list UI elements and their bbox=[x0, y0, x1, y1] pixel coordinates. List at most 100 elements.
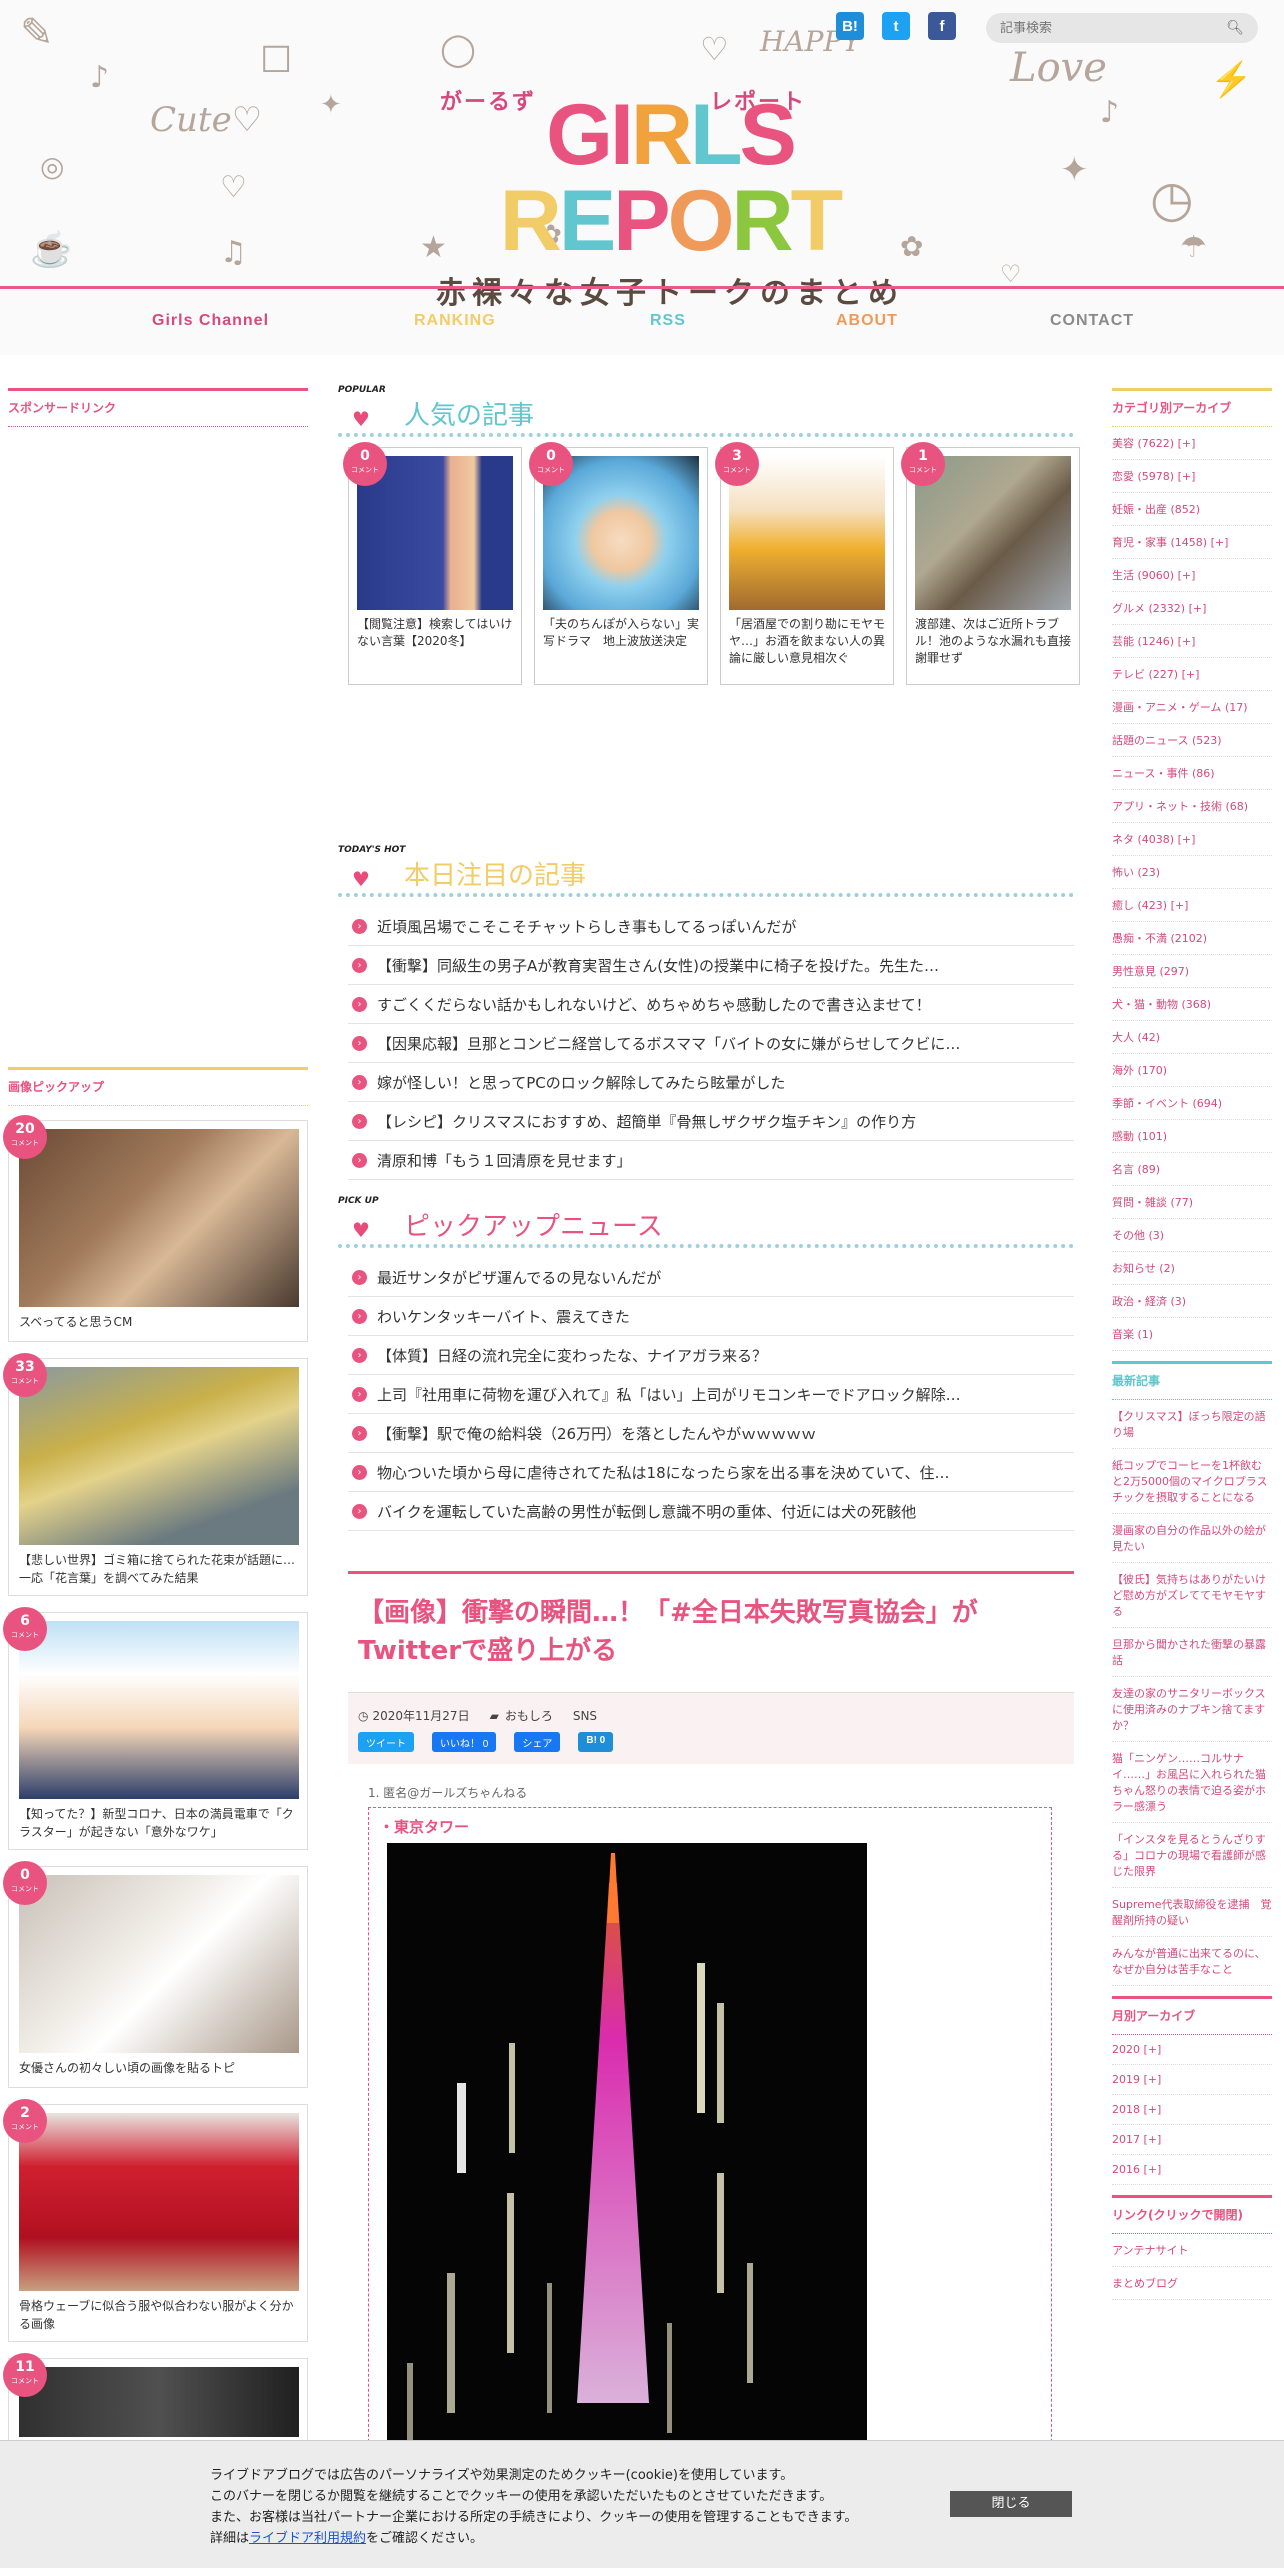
latest-article-link[interactable]: みんなが普通に出来てるのに、なぜか自分は苦手なこと bbox=[1112, 1937, 1272, 1986]
monthly-archive-link[interactable]: 2018 [+] bbox=[1112, 2095, 1272, 2125]
monthly-archive-link[interactable]: 2019 [+] bbox=[1112, 2065, 1272, 2095]
latest-article-link[interactable]: 【彼氏】気持ちはありがたいけど慰め方がズレててモヤモヤする bbox=[1112, 1563, 1272, 1628]
nav-rss[interactable]: RSS bbox=[650, 312, 686, 330]
category-link[interactable]: 育児・家事 (1458) [+] bbox=[1112, 526, 1272, 559]
latest-article-link[interactable]: 友達の家のサニタリーボックスに使用済みのナプキン捨てますか？ bbox=[1112, 1677, 1272, 1742]
list-item[interactable]: › 上司『社用車に荷物を運び入れて』私「はい」上司がリモコンキーでドアロック解除… bbox=[348, 1375, 1074, 1414]
list-item[interactable]: › 【体質】日経の流れ完全に変わったな、ナイアガラ来る？ bbox=[348, 1336, 1074, 1375]
facebook-icon[interactable]: f bbox=[928, 12, 956, 40]
list-item[interactable]: › バイクを運転していた高齢の男性が転倒し意識不明の重体、付近には犬の死骸他 bbox=[348, 1492, 1074, 1531]
list-item[interactable]: › 【衝撃】同級生の男子Aが教育実習生さん(女性)の授業中に椅子を投げた。先生た… bbox=[348, 946, 1074, 985]
category-link[interactable]: お知らせ (2) bbox=[1112, 1252, 1272, 1285]
terms-link[interactable]: ライブドア利用規約 bbox=[249, 2531, 366, 2546]
hatena-bookmark-icon[interactable]: B! bbox=[836, 12, 864, 40]
cookie-close-button[interactable]: 閉じる bbox=[950, 2491, 1072, 2517]
category-link[interactable]: その他 (3) bbox=[1112, 1219, 1272, 1252]
latest-article-link[interactable]: 【クリスマス】ぼっち限定の語り場 bbox=[1112, 1400, 1272, 1449]
nav-about[interactable]: ABOUT bbox=[836, 312, 898, 330]
category-link[interactable]: 名言 (89) bbox=[1112, 1153, 1272, 1186]
pickup-card[interactable]: 33 コメント 【悲しい世界】ゴミ箱に捨てられた花束が話題に…一応「花言葉」を調べ… bbox=[3, 1353, 308, 1596]
list-item[interactable]: › 【レシピ】クリスマスにおすすめ、超簡単『骨無しザクザク塩チキン』の作り方 bbox=[348, 1102, 1074, 1141]
logo-kana-left: がーるず bbox=[440, 90, 537, 115]
cookie-line: このバナーを閉じるか閲覧を継続することでクッキーの使用を承認いただいたものとさせ… bbox=[210, 2489, 833, 2504]
category-link[interactable]: 美容 (7622) [+] bbox=[1112, 427, 1272, 460]
category-link[interactable]: 生活 (9060) [+] bbox=[1112, 559, 1272, 592]
chevron-right-icon: › bbox=[352, 1113, 367, 1129]
category-link[interactable]: 大人 (42) bbox=[1112, 1021, 1272, 1054]
tweet-button[interactable]: ツイート bbox=[358, 1732, 414, 1752]
monthly-archive-link[interactable]: 2016 [+] bbox=[1112, 2155, 1272, 2185]
latest-article-link[interactable]: 「インスタを見るとうんざりする」コロナの現場で看護師が感じた限界 bbox=[1112, 1823, 1272, 1888]
category-link[interactable]: 質問・雑談 (77) bbox=[1112, 1186, 1272, 1219]
nav-contact[interactable]: CONTACT bbox=[1050, 312, 1134, 330]
category-link[interactable]: 季節・イベント (694) bbox=[1112, 1087, 1272, 1120]
search-icon[interactable]: 🔍︎ bbox=[1226, 20, 1244, 36]
article-category[interactable]: おもしろ bbox=[505, 1707, 553, 1724]
category-link[interactable]: 癒し (423) [+] bbox=[1112, 889, 1272, 922]
sponsor-ad-area bbox=[8, 427, 308, 1067]
article-tag[interactable]: SNS bbox=[573, 1709, 597, 1723]
category-link[interactable]: グルメ (2332) [+] bbox=[1112, 592, 1272, 625]
category-link[interactable]: 漫画・アニメ・ゲーム (17) bbox=[1112, 691, 1272, 724]
list-item[interactable]: › わいケンタッキーバイト、震えてきた bbox=[348, 1297, 1074, 1336]
latest-article-link[interactable]: Supreme代表取締役を逮捕 覚醒剤所持の疑い bbox=[1112, 1888, 1272, 1937]
nav-girls-channel[interactable]: Girls Channel bbox=[152, 312, 269, 330]
clock-icon: ◷ bbox=[1150, 170, 1194, 228]
popular-card[interactable]: 3 コメント 「居酒屋での割り勘にモヤモヤ…」お酒を飲まない人の異論に厳しい意見相… bbox=[715, 442, 894, 685]
category-link[interactable]: 愚痴・不満 (2102) bbox=[1112, 922, 1272, 955]
category-link[interactable]: アプリ・ネット・技術 (68) bbox=[1112, 790, 1272, 823]
popular-card[interactable]: 0 コメント 【閲覧注意】検索してはいけない言葉【2020冬】 bbox=[343, 442, 522, 685]
pickup-card[interactable]: 6 コメント 【知ってた？】新型コロナ、日本の満員電車で「クラスター」が起きない「… bbox=[3, 1607, 308, 1850]
twitter-icon[interactable]: t bbox=[882, 12, 910, 40]
like-button[interactable]: いいね！ 0 bbox=[432, 1732, 497, 1752]
category-link[interactable]: 男性意見 (297) bbox=[1112, 955, 1272, 988]
pickup-title: スベってると思うCM bbox=[19, 1315, 133, 1329]
pickup-title: 【知ってた？】新型コロナ、日本の満員電車で「クラスター」が起きない「意外なワケ」 bbox=[19, 1807, 294, 1839]
site-logo[interactable]: がーるず レポート GIRLS REPORT 赤裸々な女子トークのまとめ bbox=[380, 90, 960, 311]
monthly-archive-link[interactable]: 2020 [+] bbox=[1112, 2035, 1272, 2065]
hatena-button[interactable]: B! 0 bbox=[578, 1732, 614, 1752]
list-item[interactable]: › 物心ついた頃から母に虐待されてた私は18になったら家を出る事を決めていて、住… bbox=[348, 1453, 1074, 1492]
links-heading[interactable]: リンク(クリックで開閉) bbox=[1112, 2195, 1272, 2234]
category-link[interactable]: テレビ (227) [+] bbox=[1112, 658, 1272, 691]
list-item[interactable]: › すごくくだらない話かもしれないけど、めちゃめちゃ感動したので書き込ませて！ bbox=[348, 985, 1074, 1024]
category-link[interactable]: 怖い (23) bbox=[1112, 856, 1272, 889]
list-item[interactable]: › 清原和博「もう１回清原を見せます」 bbox=[348, 1141, 1074, 1180]
pickup-card[interactable]: 11 コメント bbox=[3, 2353, 308, 2448]
category-link[interactable]: 海外 (170) bbox=[1112, 1054, 1272, 1087]
nav-ranking[interactable]: RANKING bbox=[414, 312, 496, 330]
pickup-card[interactable]: 20 コメント スベってると思うCM bbox=[3, 1115, 308, 1342]
external-link[interactable]: アンテナサイト bbox=[1112, 2234, 1272, 2267]
latest-article-link[interactable]: 漫画家の自分の作品以外の絵が見たい bbox=[1112, 1514, 1272, 1563]
popular-card[interactable]: 0 コメント 「夫のちんぽが入らない」実写ドラマ 地上波放送決定 bbox=[529, 442, 708, 685]
category-link[interactable]: 妊娠・出産 (852) bbox=[1112, 493, 1272, 526]
category-link[interactable]: 感動 (101) bbox=[1112, 1120, 1272, 1153]
latest-article-link[interactable]: 紙コップでコーヒーを1杯飲むと2万5000個のマイクロプラスチックを摂取すること… bbox=[1112, 1449, 1272, 1514]
share-button[interactable]: シェア bbox=[514, 1732, 561, 1752]
list-item[interactable]: › 【衝撃】駅で俺の給料袋（26万円）を落としたんやがｗｗｗｗｗ bbox=[348, 1414, 1074, 1453]
latest-article-link[interactable]: 旦那から聞かされた衝撃の暴露話 bbox=[1112, 1628, 1272, 1677]
category-link[interactable]: 音楽 (1) bbox=[1112, 1318, 1272, 1351]
doodle-icon: ✦ bbox=[320, 90, 342, 120]
search-input[interactable] bbox=[1000, 20, 1227, 36]
category-link[interactable]: ネタ (4038) [+] bbox=[1112, 823, 1272, 856]
article-title[interactable]: 【画像】衝撃の瞬間…！「#全日本失敗写真協会」がTwitterで盛り上がる bbox=[348, 1594, 1074, 1670]
category-link[interactable]: 政治・経済 (3) bbox=[1112, 1285, 1272, 1318]
category-link[interactable]: 犬・猫・動物 (368) bbox=[1112, 988, 1272, 1021]
list-item[interactable]: › 最近サンタがピザ運んでるの見ないんだが bbox=[348, 1258, 1074, 1297]
pickup-card[interactable]: 2 コメント 骨格ウェーブに似合う服や似合わない服がよく分かる画像 bbox=[3, 2099, 308, 2342]
category-link[interactable]: 恋愛 (5978) [+] bbox=[1112, 460, 1272, 493]
list-item[interactable]: › 【因果応報】旦那とコンビニ経営してるボスママ「バイトの女に嫌がらせしてクビに… bbox=[348, 1024, 1074, 1063]
list-item[interactable]: › 嫁が怪しい！と思ってPCのロック解除してみたら眩暈がした bbox=[348, 1063, 1074, 1102]
pickup-card[interactable]: 0 コメント 女優さんの初々しい頃の画像を貼るトピ bbox=[3, 1861, 308, 2088]
monthly-archive-link[interactable]: 2017 [+] bbox=[1112, 2125, 1272, 2155]
external-link[interactable]: まとめブログ bbox=[1112, 2267, 1272, 2300]
category-link[interactable]: 話題のニュース (523) bbox=[1112, 724, 1272, 757]
cookie-line: また、お客様は当社パートナー企業における所定の手続きにより、クッキーの使用を管理… bbox=[210, 2510, 858, 2525]
doodle-icon: ✦ bbox=[1060, 150, 1089, 190]
list-item[interactable]: › 近頃風呂場でこそこそチャットらしき事もしてるっぽいんだが bbox=[348, 907, 1074, 946]
category-link[interactable]: 芸能 (1246) [+] bbox=[1112, 625, 1272, 658]
latest-article-link[interactable]: 猫「ニンゲン……コルサナイ……」お風呂に入れられた猫ちゃん怒りの表情で迫る姿がホ… bbox=[1112, 1742, 1272, 1823]
popular-card[interactable]: 1 コメント 渡部建、次はご近所トラブル！池のような水漏れも直接謝罪せず bbox=[901, 442, 1080, 685]
category-link[interactable]: ニュース・事件 (86) bbox=[1112, 757, 1272, 790]
